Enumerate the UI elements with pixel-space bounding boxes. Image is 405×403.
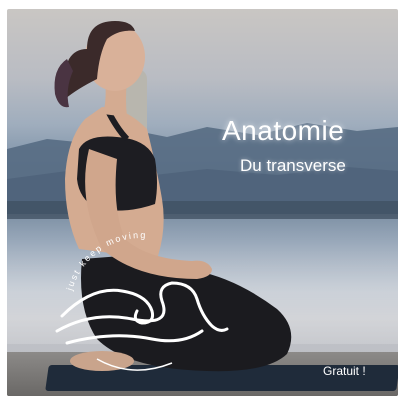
- promo-card[interactable]: Anatomie Du transverse just keep moving …: [7, 9, 398, 396]
- logo-tagline: just keep moving: [64, 231, 145, 293]
- svg-text:just keep moving: just keep moving: [64, 231, 147, 293]
- free-badge: Gratuit !: [323, 364, 366, 378]
- card-title: Anatomie: [222, 115, 345, 146]
- just-keep-moving-logo: just keep moving: [55, 231, 229, 371]
- card-subtitle: Du transverse: [240, 156, 346, 175]
